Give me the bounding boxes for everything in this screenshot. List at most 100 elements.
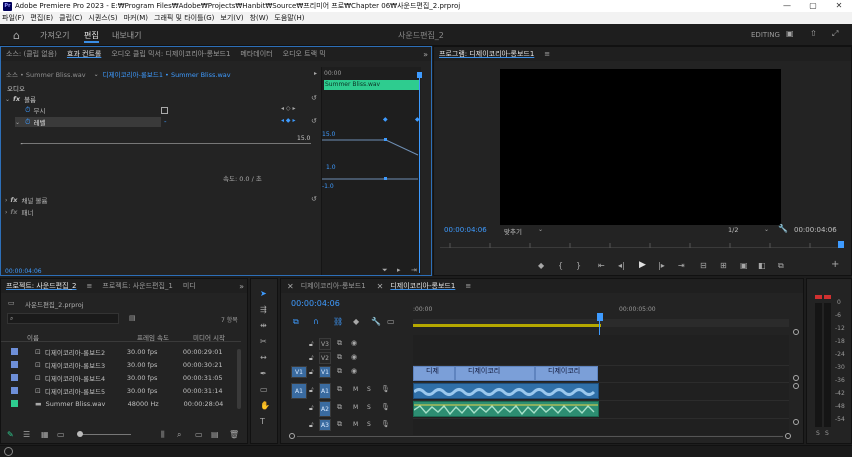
fx-badge-icon[interactable]: fx [10, 196, 17, 204]
mic-icon[interactable]: 🎙︎ [381, 403, 390, 411]
comparison-view-icon[interactable]: ◧ [758, 261, 766, 270]
list-view-icon[interactable]: ☰ [23, 430, 30, 439]
program-timecode[interactable]: 00:00:04:06 [444, 226, 487, 234]
step-forward-icon[interactable]: |▸ [658, 261, 665, 270]
label-color-swatch[interactable] [11, 348, 18, 355]
sync-lock-icon[interactable]: ⧉ [337, 353, 342, 362]
snap-icon[interactable]: ∩ [313, 317, 319, 326]
chevron-right-icon[interactable]: › [5, 209, 7, 216]
ec-timecode[interactable]: 00:00:04:06 [5, 268, 42, 275]
sync-lock-icon[interactable]: ⧉ [337, 339, 342, 348]
solo-left-button[interactable]: S [816, 430, 820, 437]
level-value-indicator[interactable]: - [164, 118, 167, 126]
mic-icon[interactable]: 🎙︎ [381, 385, 390, 393]
tab-project-2[interactable]: 프로젝트: 사운드편집_2 [1, 281, 82, 291]
solo-button[interactable]: S [367, 421, 371, 428]
export-icon[interactable]: ⇥ [411, 266, 417, 274]
tab-audio-clip-mixer[interactable]: 오디오 클립 믹서: 디제이코리아-롱보드1 [106, 49, 235, 59]
menu-sequence[interactable]: 시퀀스(S) [88, 13, 117, 23]
lock-icon[interactable]: 🔓︎ [309, 386, 314, 395]
new-item-icon[interactable]: ▤ [211, 430, 219, 439]
menu-graphics[interactable]: 그래픽 및 타이틀(G) [154, 13, 214, 23]
hscroll-track[interactable] [297, 436, 783, 437]
hand-tool-icon[interactable]: ✋ [260, 401, 270, 410]
captions-icon[interactable]: ▭ [387, 317, 395, 326]
fit-dropdown[interactable]: 맞추기 [504, 226, 522, 236]
level-value[interactable]: 15.0 [297, 135, 310, 142]
share-icon[interactable]: ⇧ [810, 29, 817, 38]
tab-media[interactable]: 미디 [178, 281, 201, 291]
work-area-bar[interactable] [413, 324, 601, 327]
mark-out-icon[interactable]: } [576, 261, 581, 270]
timeline-settings-icon[interactable]: 🔧 [371, 317, 381, 326]
menu-window[interactable]: 창(W) [250, 13, 269, 23]
program-monitor-title[interactable]: 프로그램: 디제이코리아-롱보드1 [434, 49, 539, 59]
mute-button[interactable]: M [353, 386, 358, 393]
track-select-tool-icon[interactable]: ⇶ [260, 305, 267, 314]
pencil-icon[interactable]: ✎ [7, 430, 14, 439]
chevron-down-icon[interactable]: ⌄ [94, 71, 99, 78]
fullscreen-icon[interactable]: ⤢ [832, 29, 838, 39]
source-patch-a1[interactable]: A1 [291, 383, 307, 399]
tab-audio-track-mixer[interactable]: 오디오 트랙 믹 [278, 49, 331, 59]
solo-button[interactable]: S [367, 386, 371, 393]
clip-indicator-left[interactable] [815, 295, 822, 299]
icon-view-icon[interactable]: ▦ [41, 430, 49, 439]
wrench-icon[interactable]: 🔧 [778, 224, 788, 233]
tab-edit[interactable]: 편집 [84, 30, 99, 43]
reset-icon[interactable]: ↺ [311, 117, 317, 125]
tab-metadata[interactable]: 메타데이터 [235, 49, 277, 59]
clip-label[interactable]: 디제이코리아-롱보드1 • Summer Bliss.wav [103, 69, 231, 79]
lock-icon[interactable]: 🔓︎ [309, 421, 314, 430]
close-tab-icon[interactable]: ✕ [281, 282, 296, 291]
track-target-v2[interactable]: V2 [319, 352, 331, 364]
level-slider-track[interactable] [21, 143, 311, 144]
program-viewer[interactable] [500, 69, 781, 225]
stopwatch-icon[interactable]: ⏱ [25, 106, 30, 115]
fx-panner-row[interactable]: › fx 패너 [5, 207, 33, 217]
chevron-down-icon[interactable]: ⌄ [5, 96, 10, 103]
play-only-icon[interactable]: ▸ [314, 70, 317, 77]
column-media-start[interactable]: 미디어 시작 [193, 332, 225, 342]
tab-export[interactable]: 내보내기 [112, 30, 141, 41]
add-marker-icon[interactable]: ◆ [353, 317, 359, 326]
eye-icon[interactable]: ◉ [351, 339, 357, 347]
ripple-edit-tool-icon[interactable]: ⇹ [260, 321, 267, 330]
lock-icon[interactable]: 🔓︎ [309, 354, 314, 363]
sync-lock-icon[interactable]: ⧉ [337, 420, 342, 429]
vscroll-handle[interactable] [793, 419, 799, 425]
slip-tool-icon[interactable]: ↔ [260, 353, 267, 362]
tab-import[interactable]: 가져오기 [40, 30, 69, 41]
workspaces-icon[interactable]: ▣ [786, 29, 794, 38]
label-color-swatch[interactable] [11, 400, 18, 407]
zoom-slider[interactable] [81, 434, 131, 435]
reset-icon[interactable]: ↺ [311, 195, 317, 203]
minimize-icon[interactable]: — [774, 0, 800, 12]
bypass-checkbox[interactable] [161, 107, 168, 114]
zoom-slider-handle[interactable] [77, 431, 83, 437]
program-ruler[interactable] [440, 240, 840, 248]
selection-tool-icon[interactable]: ➤ [260, 289, 267, 298]
type-tool-icon[interactable]: T [260, 417, 265, 426]
track-target-a2[interactable]: A2 [319, 401, 331, 417]
lock-icon[interactable]: 🔓︎ [309, 404, 314, 413]
vr-icon[interactable]: ⧉ [778, 261, 784, 271]
rectangle-tool-icon[interactable]: ▭ [260, 385, 268, 394]
label-color-swatch[interactable] [11, 374, 18, 381]
fx-badge-icon[interactable]: fx [10, 208, 17, 216]
menu-view[interactable]: 보기(V) [220, 13, 243, 23]
stopwatch-icon[interactable]: ⏱ [25, 118, 30, 127]
tab-sequence-b[interactable]: 디제이코리아-롱보드1 [385, 281, 460, 291]
list-item[interactable]: ⊡ 디제이코리아-롱보드5 30.00 fps 00:00:31:14 [5, 384, 241, 397]
nest-icon[interactable]: ⧉ [293, 317, 299, 327]
eye-icon[interactable]: ◉ [351, 367, 357, 375]
mute-button[interactable]: M [353, 421, 358, 428]
level-row[interactable]: ⌄ ⏱ 레벨 [15, 117, 161, 127]
new-bin-icon[interactable]: ▤ [129, 314, 136, 322]
freeform-view-icon[interactable]: ▭ [57, 430, 65, 439]
maximize-icon[interactable]: ▢ [800, 0, 826, 12]
close-tab-icon[interactable]: ✕ [371, 282, 386, 291]
tab-project-1[interactable]: 프로젝트: 사운드편집_1 [97, 281, 178, 291]
program-playhead[interactable] [838, 241, 844, 248]
label-color-swatch[interactable] [11, 387, 18, 394]
